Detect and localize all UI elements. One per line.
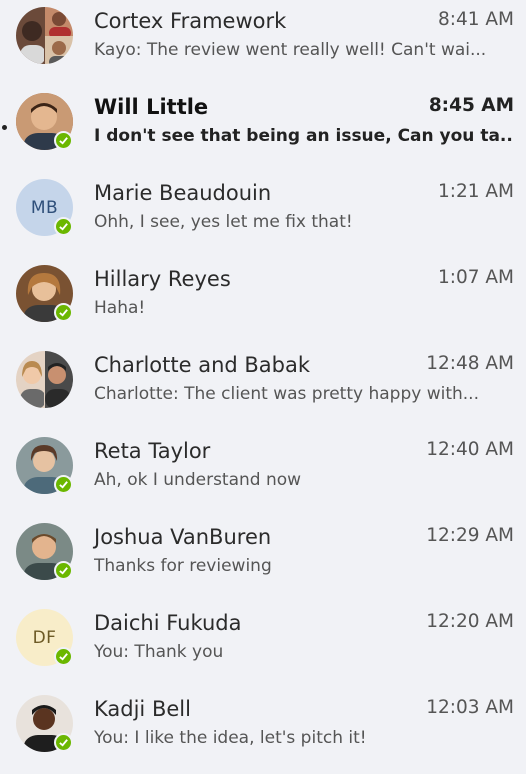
chat-name: Hillary Reyes (94, 267, 231, 291)
chat-name: Kadji Bell (94, 697, 191, 721)
chat-item-kadji-bell[interactable]: Kadji Bell 12:03 AM You: I like the idea… (0, 688, 526, 774)
chat-preview: Haha! (94, 298, 146, 318)
chat-preview: You: I like the idea, let's pitch it! (94, 728, 367, 748)
chat-time: 8:45 AM (428, 95, 514, 116)
chat-preview: I don't see that being an issue, Can you… (94, 126, 514, 146)
chat-name: Reta Taylor (94, 439, 211, 463)
chat-name: Charlotte and Babak (94, 353, 311, 377)
presence-available-icon (54, 303, 73, 322)
presence-available-icon (54, 217, 73, 236)
chat-list: Cortex Framework 8:41 AM Kayo: The revie… (0, 0, 526, 752)
group-avatar (16, 7, 73, 64)
chat-time: 12:03 AM (426, 697, 514, 718)
chat-item-charlotte-and-babak[interactable]: Charlotte and Babak 12:48 AM Charlotte: … (0, 344, 526, 430)
chat-item-will-little[interactable]: Will Little 8:45 AM I don't see that bei… (0, 86, 526, 172)
chat-preview: You: Thank you (94, 642, 224, 662)
chat-name: Marie Beaudouin (94, 181, 272, 205)
chat-item-marie-beaudouin[interactable]: MB Marie Beaudouin 1:21 AM Ohh, I see, y… (0, 172, 526, 258)
chat-name: Cortex Framework (94, 9, 287, 33)
chat-time: 12:48 AM (426, 353, 514, 374)
chat-time: 12:29 AM (426, 525, 514, 546)
chat-item-daichi-fukuda[interactable]: DF Daichi Fukuda 12:20 AM You: Thank you (0, 602, 526, 688)
chat-item-joshua-vanburen[interactable]: Joshua VanBuren 12:29 AM Thanks for revi… (0, 516, 526, 602)
presence-available-icon (54, 561, 73, 580)
chat-name: Will Little (94, 95, 209, 119)
presence-available-icon (54, 131, 73, 150)
chat-time: 1:07 AM (437, 267, 514, 288)
chat-preview: Kayo: The review went really well! Can't… (94, 40, 487, 60)
chat-time: 12:40 AM (426, 439, 514, 460)
chat-preview: Ah, ok I understand now (94, 470, 302, 490)
group-avatar (16, 351, 73, 408)
chat-item-cortex-framework[interactable]: Cortex Framework 8:41 AM Kayo: The revie… (0, 0, 526, 86)
presence-available-icon (54, 733, 73, 752)
presence-available-icon (54, 475, 73, 494)
presence-available-icon (54, 647, 73, 666)
chat-time: 1:21 AM (437, 181, 514, 202)
chat-preview: Ohh, I see, yes let me fix that! (94, 212, 353, 232)
chat-preview: Charlotte: The client was pretty happy w… (94, 384, 479, 404)
chat-name: Joshua VanBuren (94, 525, 272, 549)
chat-preview: Thanks for reviewing (94, 556, 272, 576)
chat-item-reta-taylor[interactable]: Reta Taylor 12:40 AM Ah, ok I understand… (0, 430, 526, 516)
chat-item-hillary-reyes[interactable]: Hillary Reyes 1:07 AM Haha! (0, 258, 526, 344)
chat-time: 8:41 AM (437, 9, 514, 30)
chat-name: Daichi Fukuda (94, 611, 242, 635)
chat-time: 12:20 AM (426, 611, 514, 632)
unread-indicator (2, 125, 7, 130)
